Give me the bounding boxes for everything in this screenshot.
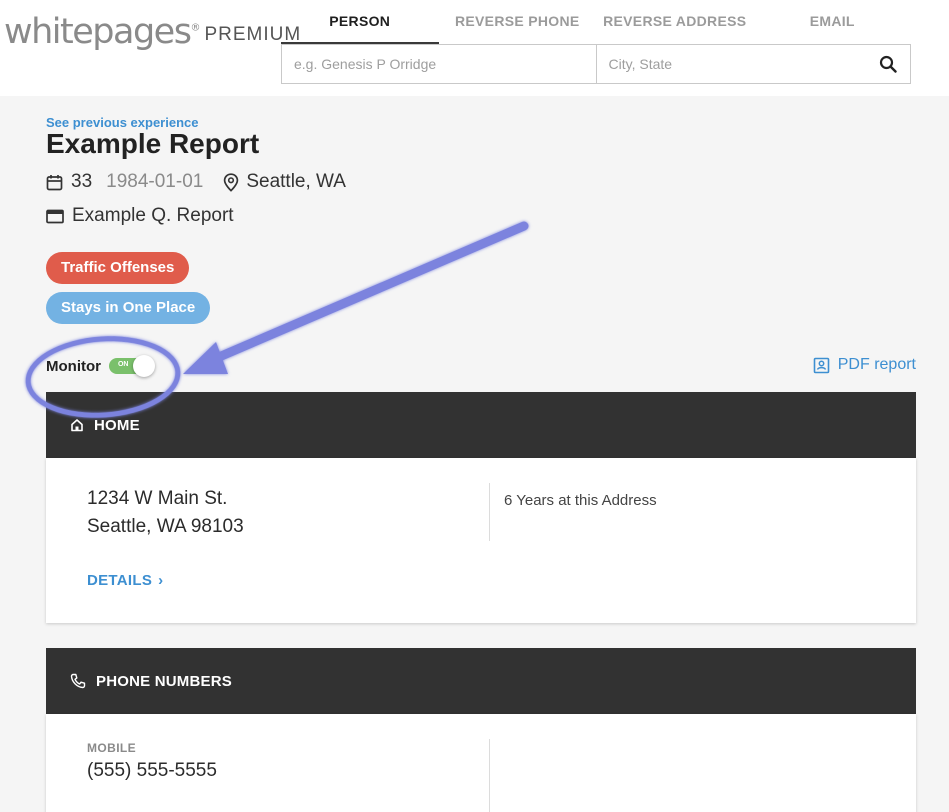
- name-search-input[interactable]: [282, 45, 597, 83]
- location-value: Seattle, WA: [246, 171, 346, 192]
- dob-value: 1984-01-01: [106, 171, 204, 192]
- home-section-title: HOME: [94, 416, 140, 434]
- monitor-toggle[interactable]: ON: [108, 355, 155, 377]
- traffic-offenses-badge[interactable]: Traffic Offenses: [46, 252, 190, 284]
- calendar-icon: [46, 174, 63, 190]
- id-card-icon: [46, 209, 64, 223]
- annotation-arrow-head: [183, 342, 228, 374]
- pdf-report-label: PDF report: [837, 356, 916, 373]
- tab-email[interactable]: EMAIL: [754, 0, 912, 44]
- toggle-on-label: ON: [117, 361, 129, 368]
- alias-value: Example Q. Report: [72, 205, 234, 226]
- logo-text: whitepages: [4, 12, 192, 52]
- whitepages-logo[interactable]: whitepages® PREMIUM: [4, 12, 301, 52]
- monitor-label: Monitor: [46, 357, 101, 375]
- address-line-2: Seattle, WA 98103: [87, 516, 244, 537]
- top-header: whitepages® PREMIUM PERSON REVERSE PHONE …: [0, 0, 949, 96]
- age-value: 33: [71, 171, 93, 192]
- address-line-1: 1234 W Main St.: [87, 488, 228, 509]
- home-card: 1234 W Main St. Seattle, WA 98103 6 Year…: [46, 458, 916, 623]
- home-icon: [71, 419, 83, 432]
- search-button[interactable]: [866, 45, 910, 83]
- search-bar: [281, 44, 911, 84]
- card-divider: [489, 739, 490, 812]
- years-at-address: 6 Years at this Address: [504, 492, 657, 509]
- phone-section-title: PHONE NUMBERS: [96, 672, 232, 690]
- tab-person[interactable]: PERSON: [281, 0, 439, 44]
- location-pin-icon: [224, 172, 239, 192]
- tab-reverse-phone[interactable]: REVERSE PHONE: [439, 0, 597, 44]
- stays-in-one-place-badge[interactable]: Stays in One Place: [46, 292, 211, 324]
- logo-trademark: ®: [190, 22, 201, 34]
- toggle-knob: [132, 355, 155, 377]
- phone-numbers-section-header: PHONE NUMBERS: [46, 648, 916, 714]
- monitor-row: Monitor ON: [46, 355, 155, 377]
- phone-icon: [70, 673, 86, 689]
- phone-numbers-card: MOBILE (555) 555-5555: [46, 714, 916, 812]
- details-link[interactable]: DETAILS ›: [87, 572, 163, 589]
- profile-meta-row: 33 1984-01-01 Seattle, WA: [46, 170, 346, 194]
- mobile-label: MOBILE: [87, 741, 137, 755]
- page-title: Example Report: [46, 128, 260, 159]
- tab-reverse-address[interactable]: REVERSE ADDRESS: [596, 0, 754, 44]
- chevron-right-icon: ›: [158, 572, 164, 589]
- home-section-header: HOME: [46, 392, 916, 458]
- card-divider: [489, 483, 490, 541]
- search-icon: [879, 55, 897, 73]
- pdf-report-icon: [813, 357, 830, 373]
- details-label: DETAILS: [87, 572, 153, 589]
- alias-row: Example Q. Report: [46, 204, 234, 228]
- search-type-tabs: PERSON REVERSE PHONE REVERSE ADDRESS EMA…: [281, 0, 911, 44]
- pdf-report-link[interactable]: PDF report: [813, 354, 916, 376]
- annotation-arrow-shaft: [200, 221, 529, 368]
- location-search-input[interactable]: [596, 45, 867, 83]
- mobile-number: (555) 555-5555: [87, 760, 217, 781]
